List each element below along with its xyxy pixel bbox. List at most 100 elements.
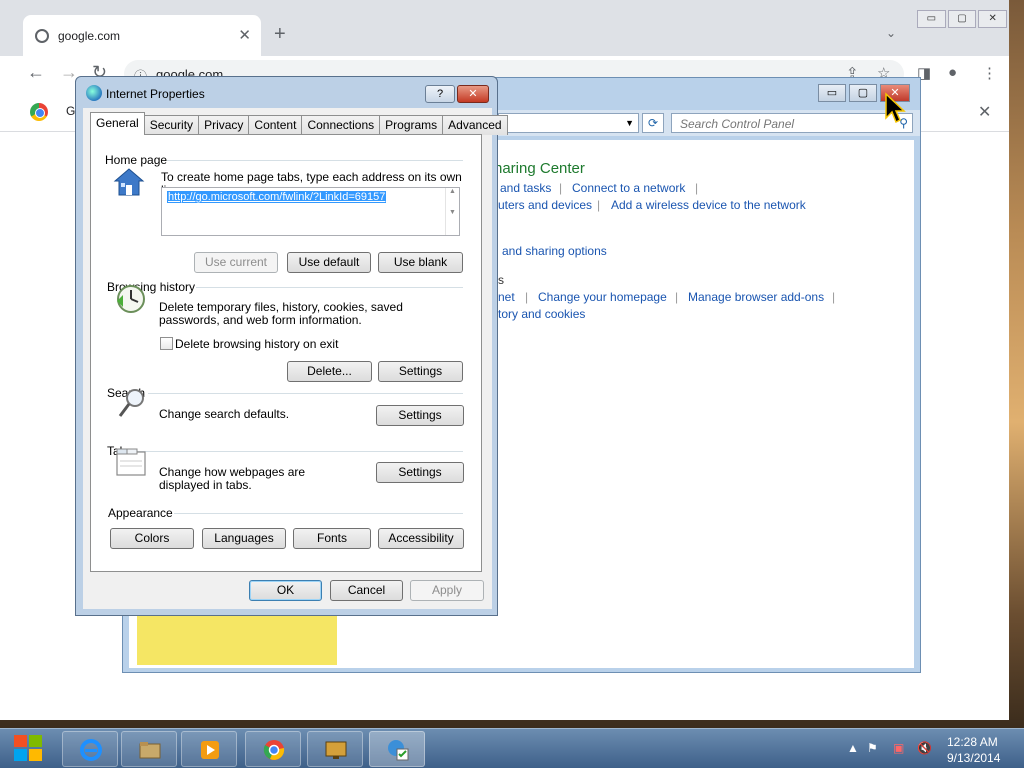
appearance-group-label: Appearance xyxy=(108,506,173,520)
languages-button[interactable]: Languages xyxy=(202,528,286,549)
taskbar-media-player[interactable] xyxy=(181,731,237,767)
tab-search-icon[interactable]: ⌄ xyxy=(886,26,896,40)
home-page-url-textarea[interactable]: http://go.microsoft.com/fwlink/?LinkId=6… xyxy=(161,187,460,236)
cp-minimize-button[interactable]: ▭ xyxy=(818,84,846,102)
link-separator: | xyxy=(559,181,563,195)
menu-kebab-icon[interactable]: ⋮ xyxy=(982,64,997,82)
colors-button[interactable]: Colors xyxy=(110,528,194,549)
dialog-close-button[interactable]: ✕ xyxy=(457,85,489,103)
dialog-body: General Security Privacy Content Connect… xyxy=(83,108,508,609)
taskbar: ▲ ⚑ ▣ 🔇 12:28 AM 9/13/2014 xyxy=(0,728,1024,768)
folder-icon xyxy=(139,742,161,759)
link-internet[interactable]: net xyxy=(498,290,515,304)
action-center-flag-icon[interactable]: ⚑ xyxy=(867,741,878,755)
tab-security[interactable]: Security xyxy=(143,115,200,135)
group-divider xyxy=(196,287,463,288)
link-manage-addons[interactable]: Manage browser add-ons xyxy=(688,290,824,304)
link-history-cookies[interactable]: tory and cookies xyxy=(498,307,585,321)
tab-general[interactable]: General xyxy=(90,112,145,135)
house-icon xyxy=(113,168,145,196)
taskbar-chrome[interactable] xyxy=(245,731,301,767)
show-hidden-icons-icon[interactable]: ▲ xyxy=(847,741,859,755)
tab-strip: google.com ✕ + ⌄ ▭ ▢ ✕ xyxy=(0,0,1009,56)
taskbar-internet-explorer[interactable] xyxy=(62,731,118,767)
tab-advanced[interactable]: Advanced xyxy=(442,115,508,135)
browsing-history-description: Delete temporary files, history, cookies… xyxy=(159,300,403,327)
tabs-description: Change how webpages are displayed in tab… xyxy=(159,465,306,492)
tab-privacy[interactable]: Privacy xyxy=(198,115,250,135)
infobar-close-icon[interactable]: ✕ xyxy=(978,102,991,122)
tab-programs[interactable]: Programs xyxy=(379,115,444,135)
clock-time[interactable]: 12:28 AM xyxy=(947,735,998,749)
home-page-url: http://go.microsoft.com/fwlink/?LinkId=6… xyxy=(167,191,387,203)
link-add-wireless[interactable]: Add a wireless device to the network xyxy=(611,198,806,212)
cancel-button[interactable]: Cancel xyxy=(330,580,403,601)
restore-button[interactable]: ▢ xyxy=(947,10,977,28)
clock-date[interactable]: 9/13/2014 xyxy=(947,751,1000,765)
use-default-button[interactable]: Use default xyxy=(287,252,371,273)
volume-muted-icon[interactable]: 🔇 xyxy=(917,741,932,755)
address-dropdown[interactable]: ▼ xyxy=(498,113,639,133)
tab-close-icon[interactable]: ✕ xyxy=(238,26,251,44)
group-divider xyxy=(174,513,463,514)
help-button[interactable]: ? xyxy=(425,85,455,103)
accessibility-button[interactable]: Accessibility xyxy=(378,528,464,549)
internet-explorer-icon xyxy=(80,739,102,761)
internet-globe-icon xyxy=(86,85,102,101)
group-divider xyxy=(148,393,463,394)
link-separator: | xyxy=(525,290,529,304)
textarea-scrollbar[interactable]: ▲ ▼ xyxy=(445,188,459,235)
new-tab-button[interactable]: + xyxy=(274,24,286,44)
link-sharing-options[interactable]: and sharing options xyxy=(502,244,607,258)
start-button-icon[interactable] xyxy=(6,729,52,768)
tab-connections[interactable]: Connections xyxy=(301,115,381,135)
tab-content[interactable]: Content xyxy=(248,115,303,135)
close-button[interactable]: ✕ xyxy=(978,10,1008,28)
link-separator: | xyxy=(597,198,601,212)
minimize-button[interactable]: ▭ xyxy=(917,10,946,28)
cp-maximize-button[interactable]: ▢ xyxy=(849,84,877,102)
tabs-settings-button[interactable]: Settings xyxy=(376,462,464,483)
link-separator: | xyxy=(832,290,836,304)
link-change-homepage[interactable]: Change your homepage xyxy=(538,290,667,304)
ok-button[interactable]: OK xyxy=(249,580,322,601)
profile-icon[interactable]: ● xyxy=(948,64,957,81)
network-status-icon[interactable]: ▣ xyxy=(893,741,904,755)
system-tray: ▲ ⚑ ▣ 🔇 12:28 AM 9/13/2014 xyxy=(843,729,1024,768)
chrome-icon xyxy=(263,740,285,760)
home-page-group-label: Home page xyxy=(105,153,168,167)
use-blank-button[interactable]: Use blank xyxy=(378,252,463,273)
link-computers-devices[interactable]: uters and devices xyxy=(498,198,592,212)
use-current-button[interactable]: Use current xyxy=(194,252,278,273)
chrome-logo-icon xyxy=(30,103,48,121)
taskbar-control-panel[interactable] xyxy=(369,731,425,767)
search-settings-button[interactable]: Settings xyxy=(376,405,464,426)
taskbar-file-explorer[interactable] xyxy=(121,731,177,767)
taskbar-remote-app[interactable] xyxy=(307,731,363,767)
control-panel-icon xyxy=(388,740,409,761)
sticky-note xyxy=(137,615,337,665)
media-player-icon xyxy=(201,741,219,759)
general-tab-panel: Home page To create home page tabs, type… xyxy=(90,134,482,572)
refresh-icon[interactable]: ⟳ xyxy=(642,113,664,133)
history-settings-button[interactable]: Settings xyxy=(378,361,463,382)
control-panel-search-input[interactable]: Search Control Panel ⚲ xyxy=(671,113,913,133)
link-separator: | xyxy=(675,290,679,304)
infobar-text: G xyxy=(66,104,76,118)
delete-history-button[interactable]: Delete... xyxy=(287,361,372,382)
back-arrow-icon[interactable]: ← xyxy=(27,62,45,83)
dialog-tabs: General Security Privacy Content Connect… xyxy=(90,112,508,135)
delete-history-on-exit-label[interactable]: Delete browsing history on exit xyxy=(175,338,338,351)
browser-tab[interactable]: google.com ✕ xyxy=(23,15,261,56)
history-clock-icon xyxy=(117,285,145,313)
delete-history-on-exit-checkbox[interactable] xyxy=(160,337,173,350)
fonts-button[interactable]: Fonts xyxy=(293,528,371,549)
apply-button[interactable]: Apply xyxy=(410,580,484,601)
magnifier-icon xyxy=(118,389,144,417)
dialog-title: Internet Properties xyxy=(106,87,205,101)
internet-properties-dialog: Internet Properties ? ✕ General Security… xyxy=(75,76,508,616)
section-heading-fragment: s xyxy=(498,273,504,287)
window-controls: ▭ ▢ ✕ xyxy=(917,10,1008,28)
link-view-tasks[interactable]: and tasks xyxy=(500,181,551,195)
link-connect-network[interactable]: Connect to a network xyxy=(572,181,685,195)
